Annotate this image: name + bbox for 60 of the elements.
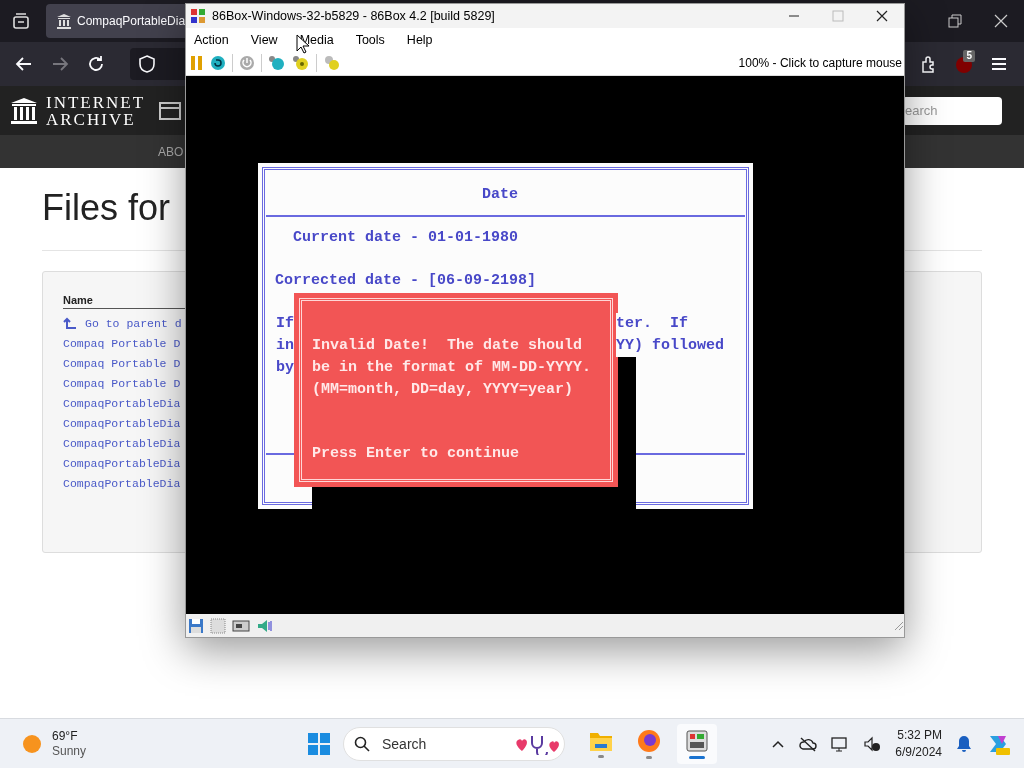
- floppy-icon[interactable]: [188, 617, 204, 634]
- instruction-text: If: [276, 314, 294, 334]
- emulator-icon: [685, 728, 709, 753]
- forward-arrow-icon[interactable]: [51, 55, 69, 73]
- start-icon[interactable]: [307, 731, 331, 756]
- speaker-muted-icon[interactable]: [863, 735, 882, 752]
- site-logo-text[interactable]: INTERNET ARCHIVE: [46, 93, 146, 128]
- instruction-text: ter. If: [616, 313, 688, 335]
- app-logo-icon: [190, 8, 206, 24]
- error-message: Invalid Date! The date should: [312, 336, 583, 356]
- instruction-text: YY) followed: [616, 335, 725, 357]
- resize-grip-icon[interactable]: [894, 620, 904, 631]
- file-link[interactable]: Go to parent d: [63, 313, 182, 333]
- file-link[interactable]: Compaq Portable D: [63, 353, 181, 373]
- error-message: be in the format of MM-DD-YYYY.: [312, 358, 592, 378]
- taskbar-app[interactable]: [677, 723, 717, 764]
- monitor-icon[interactable]: [831, 735, 850, 752]
- web-icon[interactable]: [159, 101, 182, 120]
- site-search-field[interactable]: earch: [902, 96, 1002, 125]
- weather-temperature[interactable]: 69°F: [52, 728, 87, 744]
- instruction-text: in: [276, 336, 294, 356]
- browser-icon: [637, 728, 661, 753]
- tab-list-icon[interactable]: [10, 10, 32, 32]
- file-link[interactable]: CompaqPortableDia: [63, 473, 181, 493]
- back-arrow-icon[interactable]: [15, 55, 33, 73]
- menu-icon[interactable]: [990, 55, 1008, 73]
- cloud-off-icon[interactable]: [799, 735, 818, 752]
- menu-item[interactable]: Tools: [349, 32, 393, 47]
- corrected-date: Corrected date - [06-09-2198]: [275, 271, 537, 291]
- file-link[interactable]: Compaq Portable D: [63, 333, 181, 353]
- page-heading: Files for: [42, 186, 171, 230]
- nav-link[interactable]: ABO: [158, 144, 184, 159]
- columns-icon: [56, 13, 72, 29]
- building-icon[interactable]: [10, 96, 38, 125]
- file-link[interactable]: Compaq Portable D: [63, 373, 181, 393]
- shield-icon[interactable]: [138, 55, 156, 73]
- continue-prompt: Press Enter to continue: [312, 444, 520, 464]
- weather-condition[interactable]: Sunny: [52, 743, 87, 759]
- network-card-icon[interactable]: [232, 617, 250, 634]
- clock[interactable]: 5:32 PM 6/9/2024: [895, 726, 942, 761]
- file-link[interactable]: CompaqPortableDia: [63, 433, 181, 453]
- reload-icon[interactable]: [87, 55, 105, 73]
- current-date: Current date - 01-01-1980: [293, 228, 519, 248]
- search-icon: [354, 735, 370, 752]
- emulator-screen[interactable]: [186, 76, 904, 614]
- menu-item[interactable]: Help: [400, 32, 441, 47]
- file-link[interactable]: CompaqPortableDia: [63, 393, 181, 413]
- error-message: (MM=month, DD=day, YYYY=year): [312, 380, 574, 400]
- file-link[interactable]: CompaqPortableDia: [63, 453, 181, 473]
- reset-icon[interactable]: [210, 55, 226, 71]
- status-text[interactable]: 100% - Click to capture mouse: [738, 56, 904, 70]
- notification-badge: 5: [963, 50, 975, 62]
- bell-icon[interactable]: [956, 734, 972, 753]
- up-arrow-icon: [63, 316, 77, 330]
- taskbar-search-field[interactable]: Search: [380, 734, 504, 753]
- taskbar-search-box[interactable]: Search: [343, 726, 565, 761]
- screen-title: Date: [482, 185, 518, 205]
- instruction-text: by: [276, 358, 294, 378]
- speaker-icon[interactable]: [256, 617, 274, 634]
- file-link[interactable]: CompaqPortableDia: [63, 413, 181, 433]
